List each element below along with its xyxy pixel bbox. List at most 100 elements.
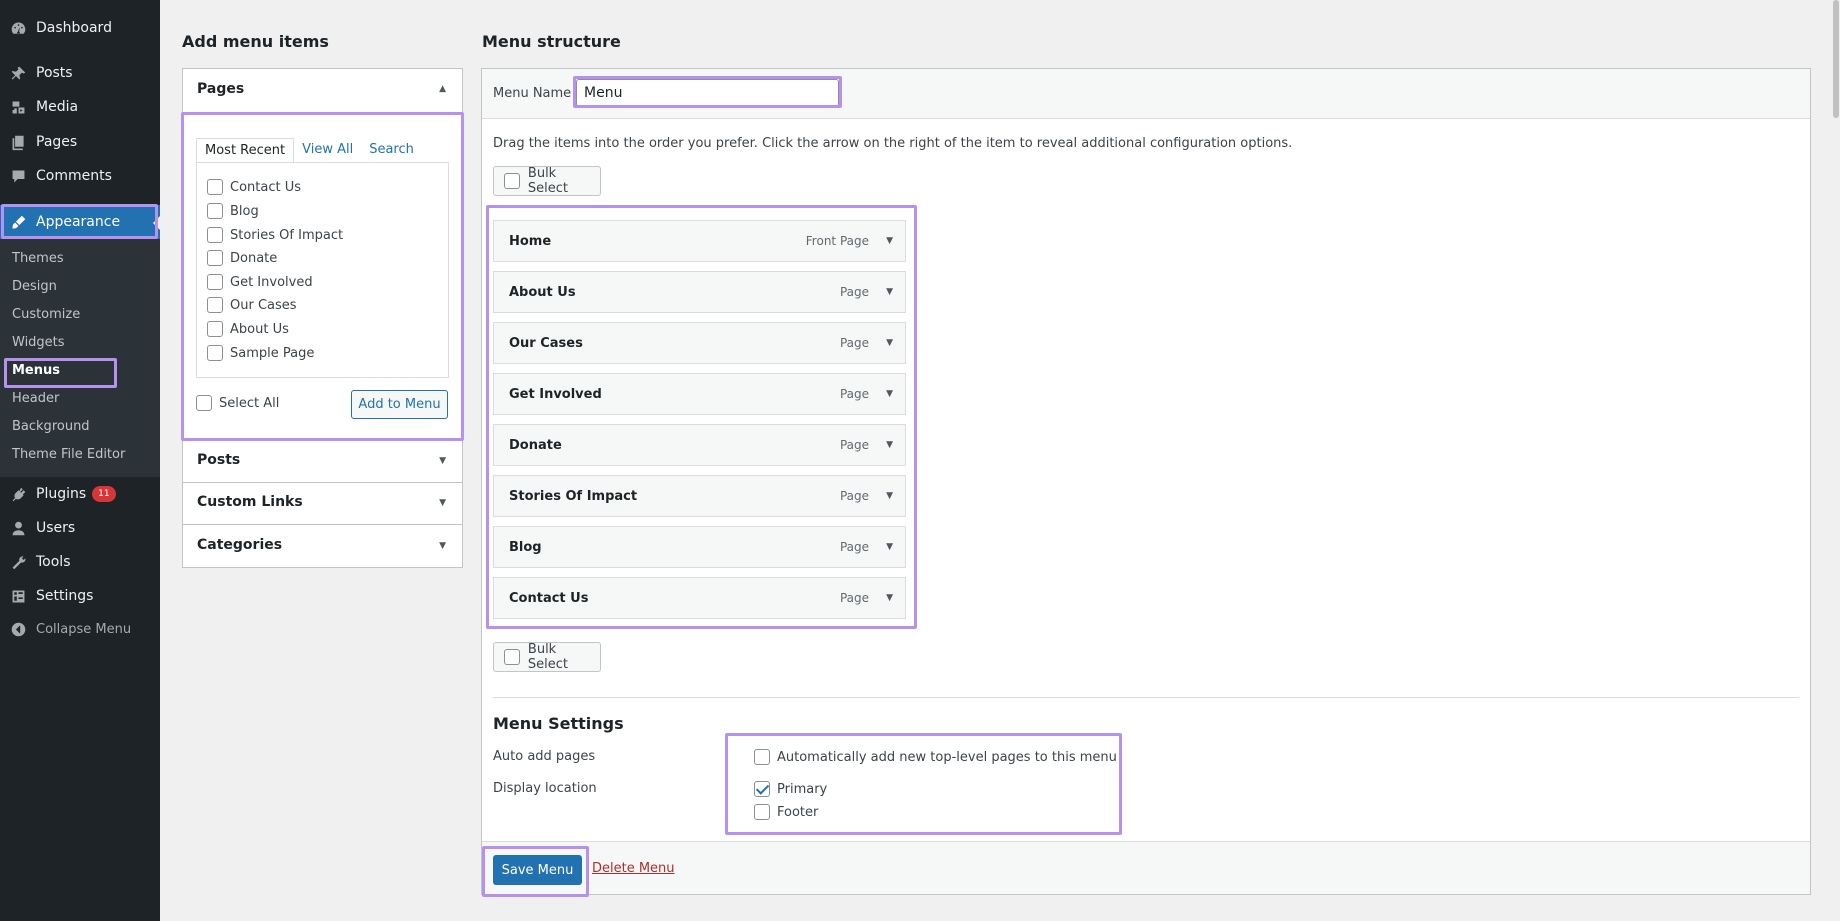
- expand-arrow-icon[interactable]: ▼: [886, 542, 893, 552]
- auto-add-row[interactable]: Automatically add new top-level pages to…: [754, 749, 1117, 765]
- page-checkbox[interactable]: [207, 297, 223, 313]
- dashboard-icon: [9, 19, 27, 37]
- page-checkbox[interactable]: [207, 179, 223, 195]
- menu-item-contact-us[interactable]: Contact Us Page ▼: [493, 577, 906, 619]
- submenu-item-customize[interactable]: Customize: [12, 307, 80, 322]
- page-checkbox[interactable]: [207, 250, 223, 266]
- page-checkbox[interactable]: [207, 227, 223, 243]
- menu-name-input[interactable]: [576, 79, 839, 107]
- sidebar-item-media[interactable]: Media: [0, 90, 160, 124]
- footer-location-checkbox[interactable]: [754, 804, 770, 820]
- custom-links-accordion[interactable]: Custom Links ▼: [182, 482, 463, 525]
- menu-item-type: Page: [839, 387, 869, 401]
- bulk-select-bottom[interactable]: Bulk Select: [493, 642, 601, 672]
- expand-arrow-icon[interactable]: ▼: [886, 491, 893, 501]
- page-checkbox-row[interactable]: Donate: [207, 250, 277, 266]
- menu-item-title: About Us: [509, 284, 576, 300]
- pages-accordion-heading[interactable]: Pages: [197, 81, 244, 97]
- primary-location-checkbox[interactable]: [754, 781, 770, 797]
- menu-item-donate[interactable]: Donate Page ▼: [493, 424, 906, 466]
- tab-most-recent[interactable]: Most Recent: [196, 138, 295, 163]
- menu-item-our-cases[interactable]: Our Cases Page ▼: [493, 322, 906, 364]
- sidebar-item-dashboard[interactable]: Dashboard: [0, 11, 160, 45]
- select-all-checkbox[interactable]: [196, 395, 212, 411]
- chevron-down-icon[interactable]: ▼: [439, 456, 446, 466]
- add-to-menu-button[interactable]: Add to Menu: [351, 390, 448, 419]
- menu-item-about-us[interactable]: About Us Page ▼: [493, 271, 906, 313]
- sidebar-item-users[interactable]: Users: [0, 511, 160, 545]
- chevron-down-icon[interactable]: ▼: [439, 541, 446, 551]
- expand-arrow-icon[interactable]: ▼: [886, 593, 893, 603]
- expand-arrow-icon[interactable]: ▼: [886, 389, 893, 399]
- expand-arrow-icon[interactable]: ▼: [886, 338, 893, 348]
- menu-item-home[interactable]: Home Front Page ▼: [493, 220, 906, 262]
- submenu-item-widgets[interactable]: Widgets: [12, 335, 65, 350]
- location-footer-row[interactable]: Footer: [754, 804, 818, 820]
- page-checkbox-row[interactable]: About Us: [207, 321, 289, 337]
- auto-add-checkbox[interactable]: [754, 749, 770, 765]
- submenu-item-design[interactable]: Design: [12, 279, 57, 294]
- page-checkbox-row[interactable]: Stories Of Impact: [207, 227, 343, 243]
- submenu-item-background[interactable]: Background: [12, 419, 90, 434]
- menu-item-type: Page: [839, 438, 869, 452]
- submenu-item-header[interactable]: Header: [12, 391, 59, 406]
- expand-arrow-icon[interactable]: ▼: [886, 236, 893, 246]
- page-scrollbar[interactable]: [1832, 0, 1840, 921]
- tab-search[interactable]: Search: [361, 138, 422, 163]
- page-checkbox[interactable]: [207, 345, 223, 361]
- page-checkbox[interactable]: [207, 321, 223, 337]
- menu-item-get-involved[interactable]: Get Involved Page ▼: [493, 373, 906, 415]
- page-checkbox-row[interactable]: Get Involved: [207, 274, 313, 290]
- menu-item-type: Page: [839, 489, 869, 503]
- tab-view-all[interactable]: View All: [294, 138, 361, 163]
- page-checkbox-row[interactable]: Contact Us: [207, 179, 301, 195]
- chevron-down-icon[interactable]: ▼: [439, 498, 446, 508]
- categories-accordion[interactable]: Categories ▼: [182, 524, 463, 568]
- collapse-menu-button[interactable]: Collapse Menu: [0, 612, 160, 646]
- posts-accordion[interactable]: Posts ▼: [182, 440, 463, 483]
- page-checkbox-row[interactable]: Our Cases: [207, 297, 297, 313]
- page-checkbox-row[interactable]: Blog: [207, 203, 259, 219]
- sidebar-item-appearance[interactable]: Appearance: [0, 205, 160, 239]
- wrench-icon: [9, 553, 27, 571]
- sidebar-item-comments[interactable]: Comments: [0, 159, 160, 193]
- submenu-item-theme-file-editor[interactable]: Theme File Editor: [12, 447, 125, 462]
- submenu-item-menus[interactable]: Menus: [12, 363, 60, 378]
- submenu-item-themes[interactable]: Themes: [12, 251, 64, 266]
- save-menu-button[interactable]: Save Menu: [493, 855, 582, 885]
- admin-sidebar: Dashboard Posts Media Pages Comments App…: [0, 0, 160, 921]
- sidebar-item-plugins[interactable]: Plugins 11: [0, 477, 160, 511]
- bulk-select-checkbox[interactable]: [504, 173, 520, 189]
- bulk-select-top[interactable]: Bulk Select: [493, 166, 601, 196]
- pages-tabs: Most Recent View All Search: [196, 138, 422, 163]
- custom-links-accordion-heading: Custom Links: [197, 494, 303, 510]
- menu-footer-bar: [482, 841, 1810, 894]
- menu-item-stories-of-impact[interactable]: Stories Of Impact Page ▼: [493, 475, 906, 517]
- pages-icon: [9, 133, 27, 151]
- sidebar-item-label: Posts: [36, 65, 73, 81]
- sidebar-item-posts[interactable]: Posts: [0, 56, 160, 90]
- sidebar-item-label: Pages: [36, 134, 78, 150]
- appearance-submenu: Themes Design Customize Widgets Menus He…: [0, 239, 160, 477]
- page-checkbox[interactable]: [207, 274, 223, 290]
- page-checkbox[interactable]: [207, 203, 223, 219]
- sidebar-item-settings[interactable]: Settings: [0, 579, 160, 613]
- collapse-icon: [9, 620, 27, 638]
- plugin-icon: [9, 485, 27, 503]
- menu-item-title: Donate: [509, 437, 562, 453]
- menu-item-title: Stories Of Impact: [509, 488, 638, 504]
- sidebar-item-tools[interactable]: Tools: [0, 545, 160, 579]
- expand-arrow-icon[interactable]: ▼: [886, 287, 893, 297]
- scrollbar-thumb[interactable]: [1833, 0, 1839, 118]
- chevron-up-icon[interactable]: ▲: [439, 84, 446, 94]
- sidebar-item-pages[interactable]: Pages: [0, 125, 160, 159]
- menu-item-title: Blog: [509, 539, 542, 555]
- page-checkbox-row[interactable]: Sample Page: [207, 345, 314, 361]
- location-primary-row[interactable]: Primary: [754, 781, 827, 797]
- expand-arrow-icon[interactable]: ▼: [886, 440, 893, 450]
- bulk-select-checkbox[interactable]: [504, 649, 520, 665]
- select-all-row[interactable]: Select All: [196, 395, 279, 411]
- menu-item-blog[interactable]: Blog Page ▼: [493, 526, 906, 568]
- delete-menu-link[interactable]: Delete Menu: [592, 861, 675, 876]
- pages-checklist: Contact Us Blog Stories Of Impact Donate…: [196, 162, 449, 378]
